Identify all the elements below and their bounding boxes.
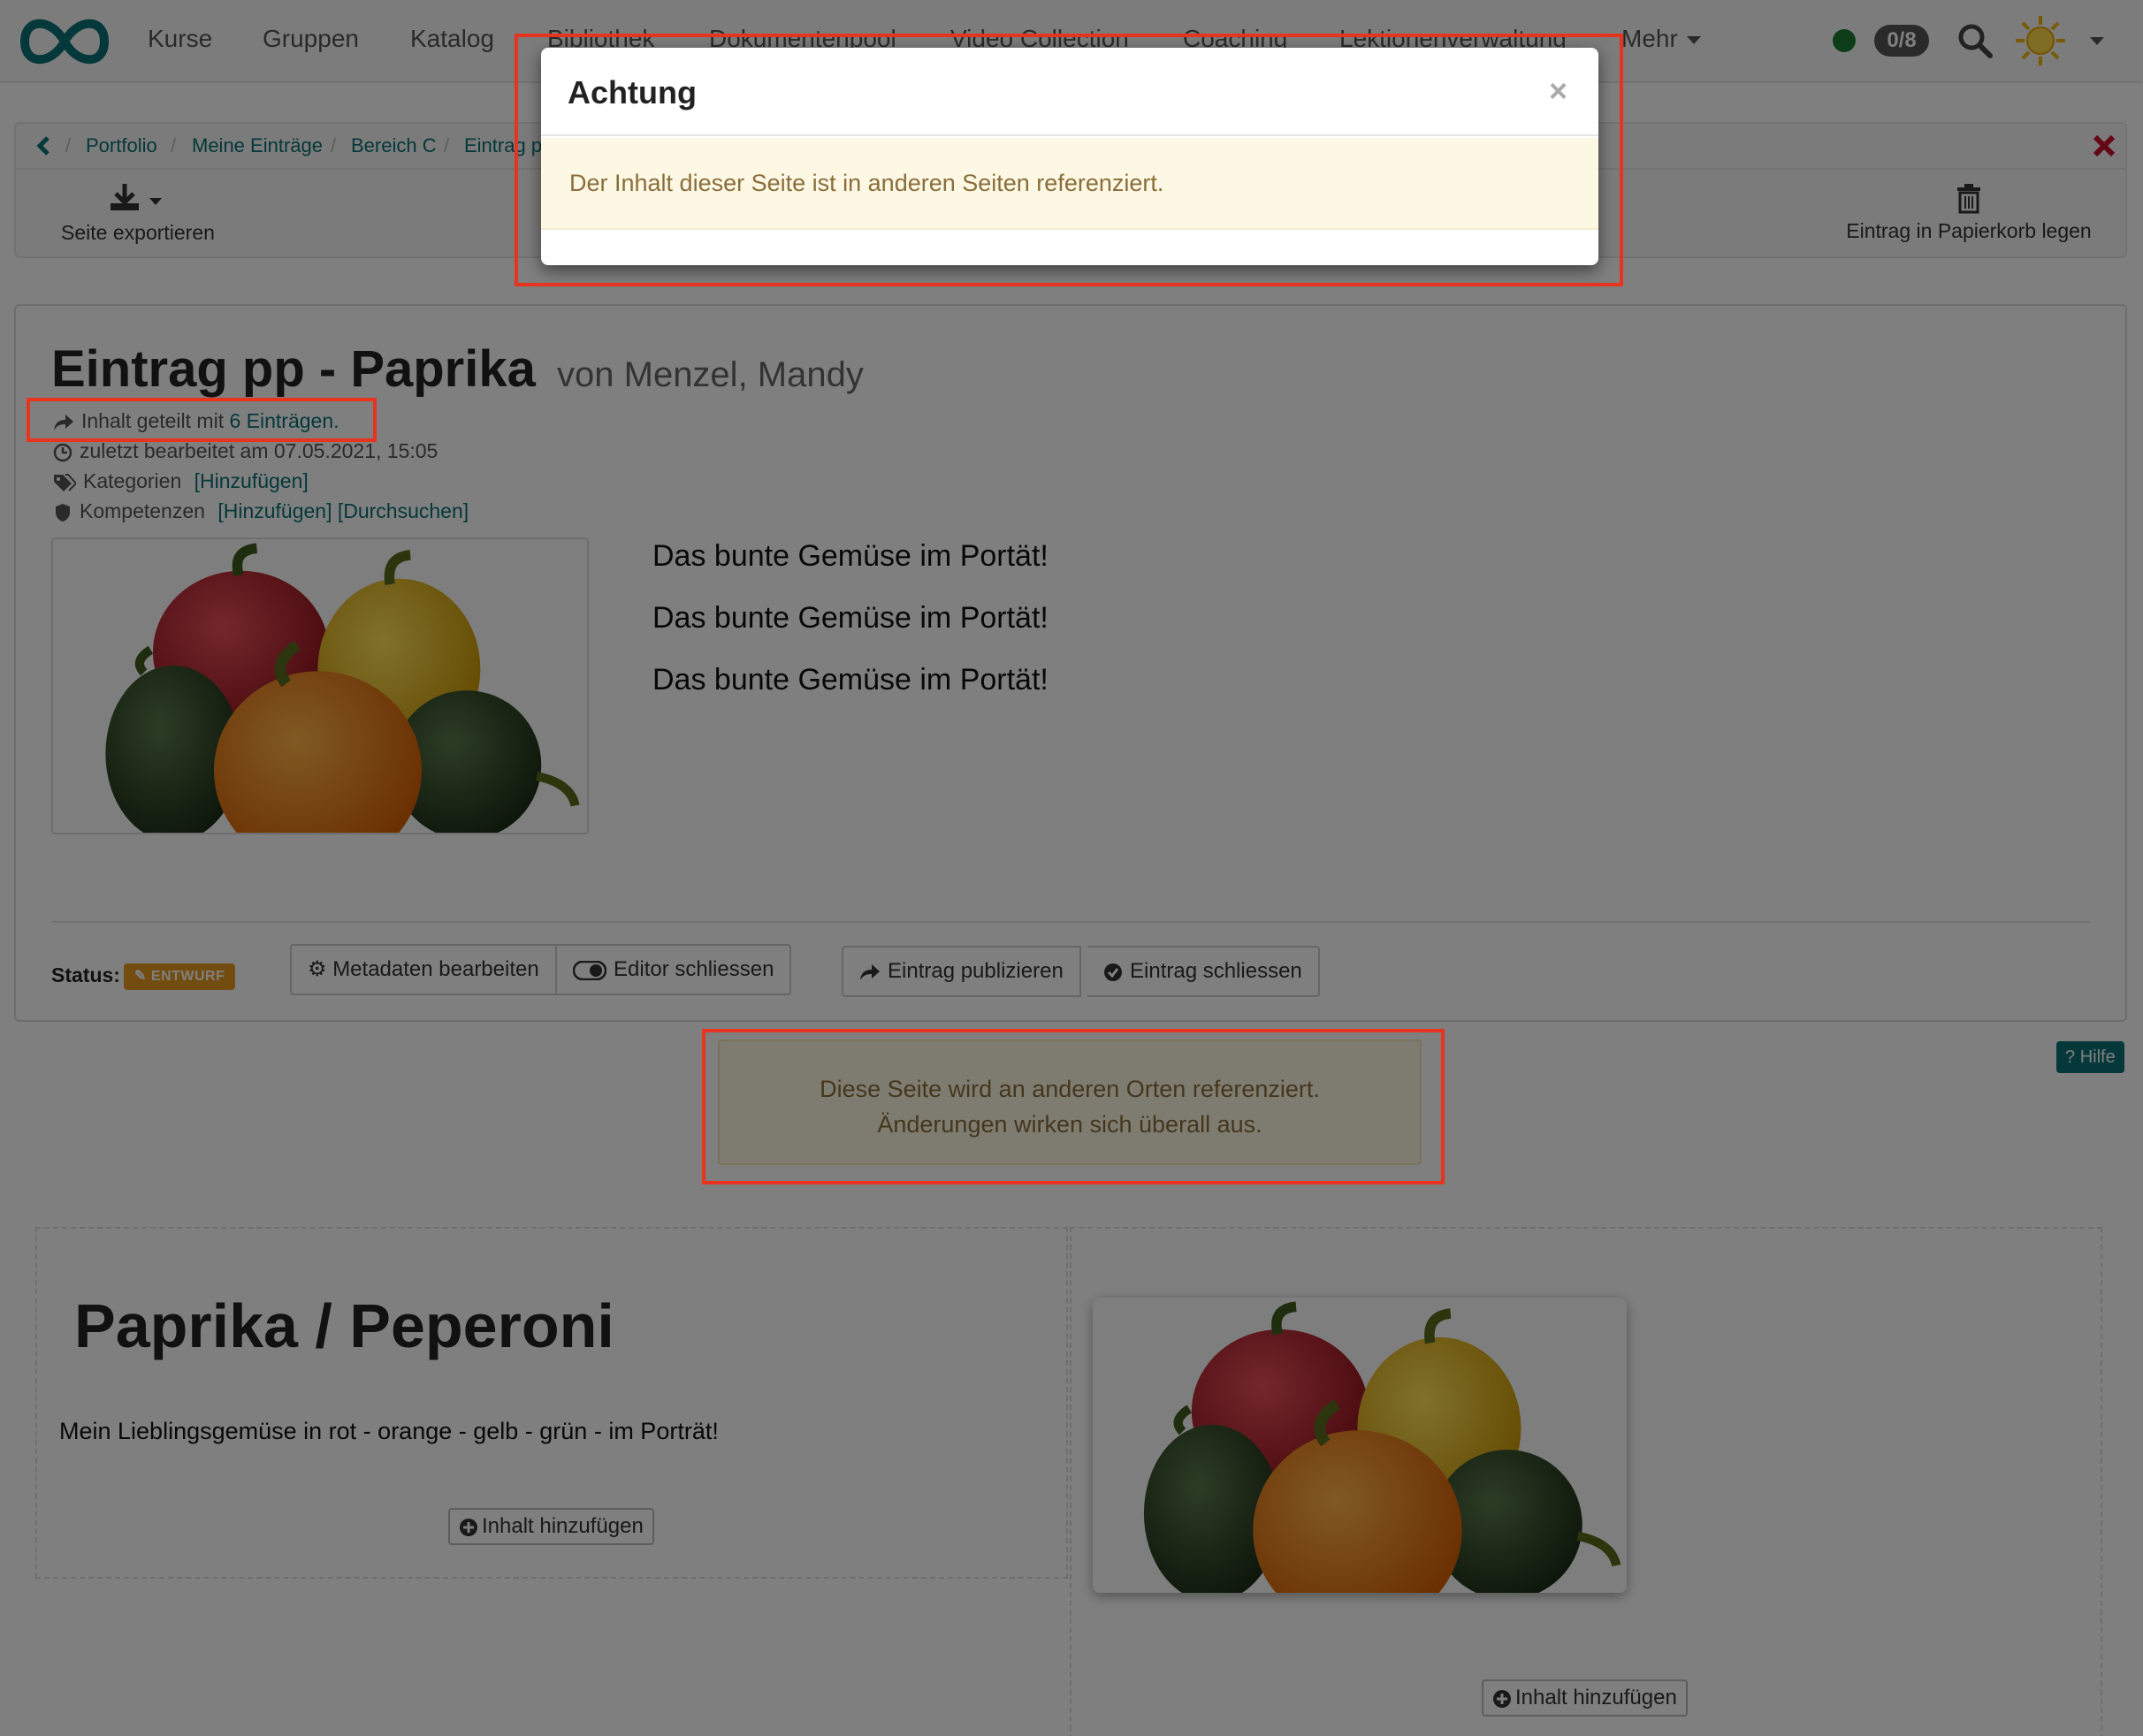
highlight-frame-warning (702, 1029, 1445, 1184)
highlight-frame-dialog (515, 34, 1623, 286)
highlight-frame-shared-info (27, 398, 377, 442)
